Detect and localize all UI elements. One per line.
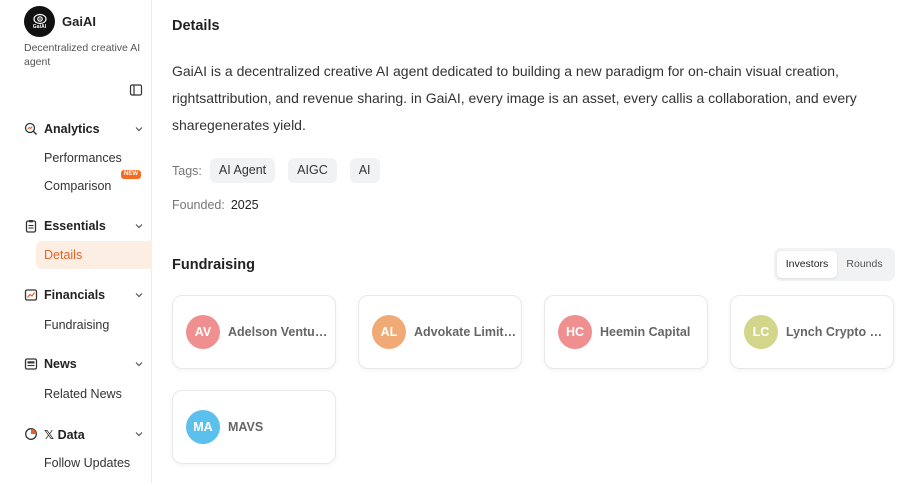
fundraising-title: Fundraising	[172, 257, 255, 273]
investor-name: Adelson Ventures	[228, 325, 332, 339]
chevron-down-icon[interactable]	[134, 221, 144, 231]
investor-name: Lynch Crypto Capital	[786, 325, 890, 339]
investor-name: Heemin Capital	[600, 325, 691, 339]
sidebar-section-financials[interactable]: Financials	[24, 285, 144, 305]
fundraising-tab-switch: Investors Rounds	[774, 248, 895, 281]
tab-rounds[interactable]: Rounds	[837, 251, 892, 278]
tags-row: Tags: AI Agent AIGC AI	[172, 158, 393, 183]
search-chart-icon	[24, 122, 38, 136]
sidebar-collapse-icon[interactable]	[129, 83, 143, 97]
investor-card[interactable]: HC Heemin Capital	[544, 295, 708, 369]
brand[interactable]: GaiAI GaiAI	[24, 6, 96, 37]
brand-description: Decentralized creative AI agent	[24, 42, 141, 68]
investor-card[interactable]: AV Adelson Ventures	[172, 295, 336, 369]
newspaper-icon	[24, 357, 38, 371]
pie-chart-icon	[24, 427, 38, 441]
sidebar-section-essentials[interactable]: Essentials	[24, 216, 144, 236]
investor-card[interactable]: LC Lynch Crypto Capital	[730, 295, 894, 369]
section-label: News	[44, 357, 77, 371]
section-label: Financials	[44, 288, 106, 302]
investor-avatar: AV	[186, 315, 220, 349]
chart-line-icon	[24, 288, 38, 302]
sidebar-section-analytics[interactable]: Analytics	[24, 119, 144, 139]
brand-name: GaiAI	[62, 14, 96, 29]
brand-logo: GaiAI	[24, 6, 55, 37]
investor-avatar: MA	[186, 410, 220, 444]
founded-label: Founded:	[172, 198, 225, 212]
sidebar-item-performances[interactable]: Performances	[44, 151, 122, 165]
sidebar-item-related-news[interactable]: Related News	[44, 387, 122, 401]
section-label: Analytics	[44, 122, 100, 136]
investor-avatar: AL	[372, 315, 406, 349]
investor-card[interactable]: AL Advokate Limited	[358, 295, 522, 369]
tag-chip[interactable]: AI	[349, 158, 380, 183]
sidebar-item-details[interactable]: Details	[36, 241, 152, 269]
tab-investors[interactable]: Investors	[777, 251, 837, 278]
sidebar-section-x-data[interactable]: 𝕏 Data	[24, 424, 144, 444]
chevron-down-icon[interactable]	[134, 429, 144, 439]
project-description: GaiAI is a decentralized creative AI age…	[172, 63, 857, 133]
chevron-down-icon[interactable]	[134, 290, 144, 300]
chevron-down-icon[interactable]	[134, 124, 144, 134]
investor-name: Advokate Limited	[414, 325, 518, 339]
sidebar-section-news[interactable]: News	[24, 354, 144, 374]
logo-text: GaiAI	[32, 24, 47, 30]
clipboard-icon	[24, 219, 38, 233]
section-label: 𝕏 Data	[44, 427, 85, 442]
founded-row: Founded: 2025	[172, 198, 259, 212]
founded-value: 2025	[230, 198, 259, 212]
tag-chip[interactable]: AI Agent	[209, 158, 276, 183]
sidebar-item-comparison[interactable]: Comparison	[44, 179, 111, 193]
investor-name: MAVS	[228, 420, 264, 434]
sidebar-item-fundraising[interactable]: Fundraising	[44, 318, 109, 332]
new-badge: NEW	[121, 170, 141, 179]
sidebar: GaiAI GaiAI Decentralized creative AI ag…	[0, 0, 152, 483]
page-title: Details	[172, 18, 220, 34]
investor-avatar: HC	[558, 315, 592, 349]
tag-chip[interactable]: AIGC	[288, 158, 337, 183]
tags-label: Tags:	[172, 163, 202, 178]
investor-avatar: LC	[744, 315, 778, 349]
sidebar-item-follow-updates[interactable]: Follow Updates	[44, 456, 130, 470]
chevron-down-icon[interactable]	[134, 359, 144, 369]
investor-card[interactable]: MA MAVS	[172, 390, 336, 464]
x-logo-icon: 𝕏	[44, 427, 55, 442]
section-label: Essentials	[44, 219, 106, 233]
